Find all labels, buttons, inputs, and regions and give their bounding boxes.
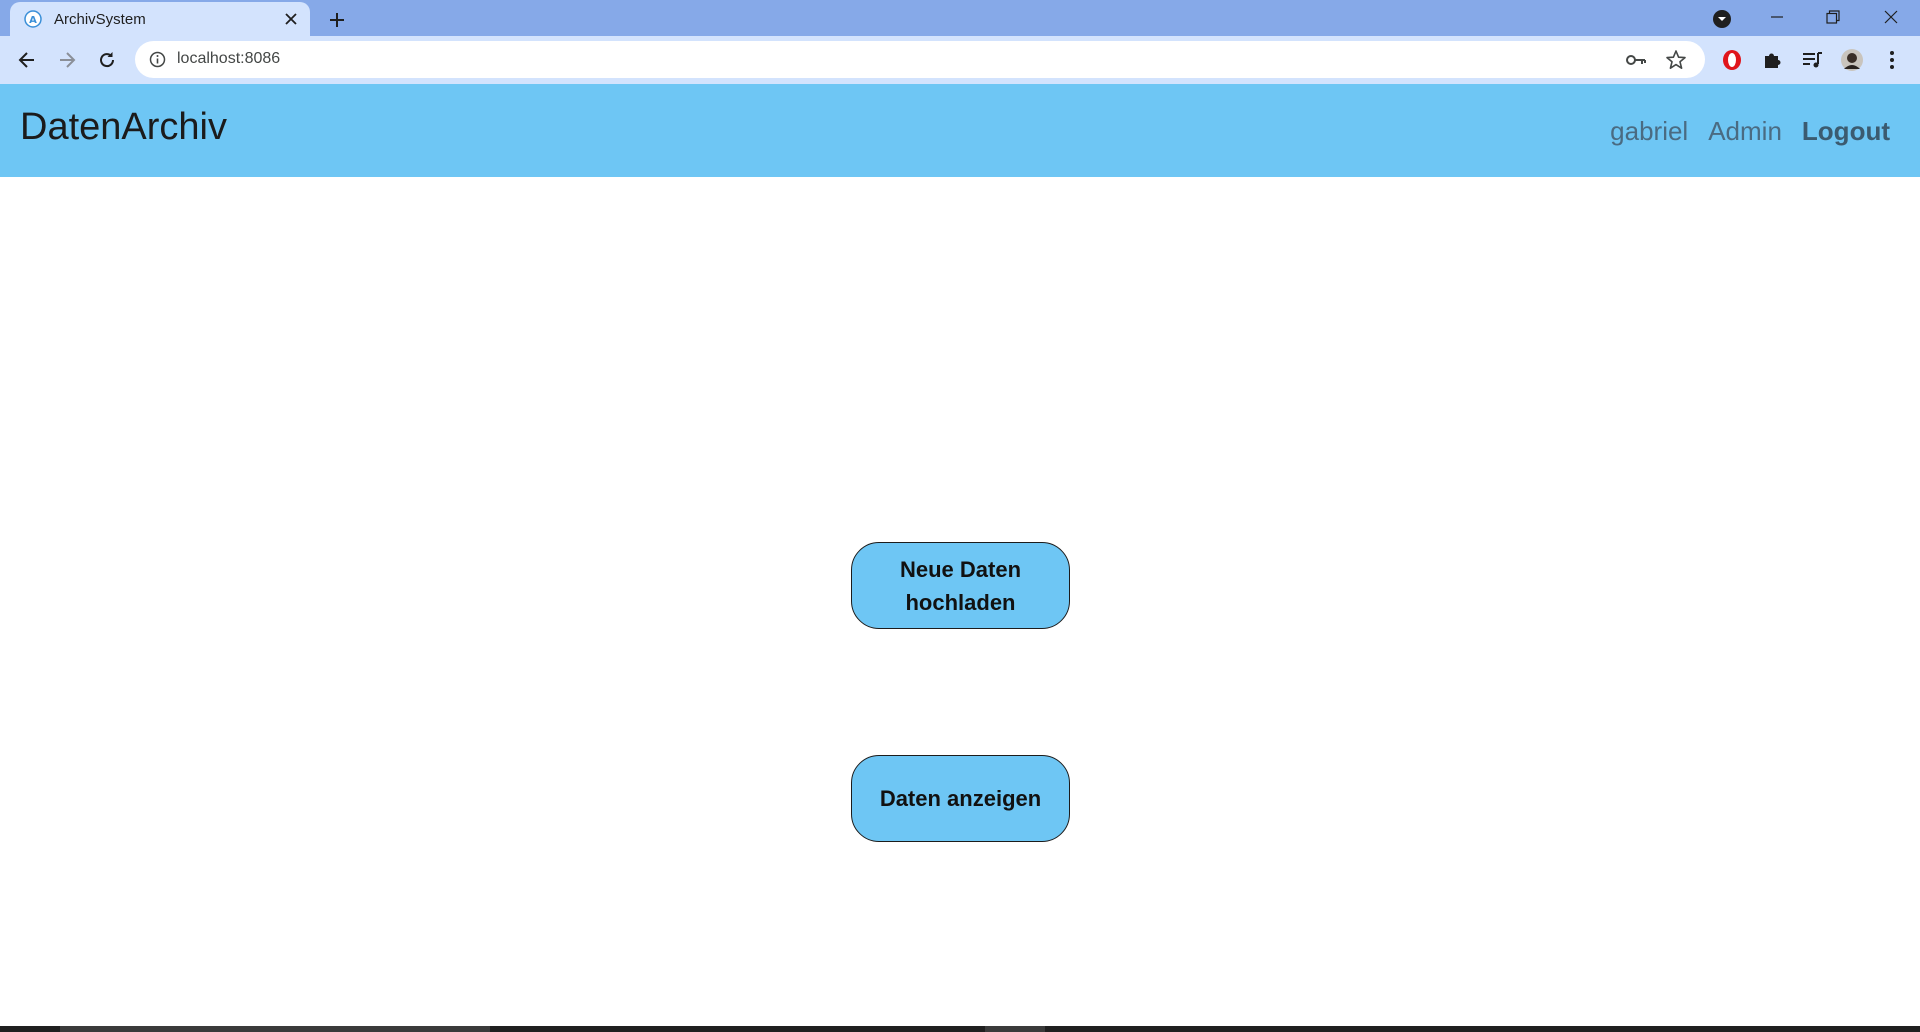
logout-link[interactable]: Logout (1802, 116, 1890, 147)
plus-icon[interactable] (324, 7, 350, 33)
opera-icon[interactable] (1720, 48, 1744, 72)
reload-icon[interactable] (91, 46, 123, 74)
info-icon[interactable] (149, 51, 166, 68)
restore-icon[interactable] (1806, 0, 1860, 34)
archivsystem-favicon-icon: A (24, 10, 42, 28)
brand-title[interactable]: DatenArchiv (20, 106, 227, 149)
nav-links: gabriel Admin Logout (1610, 116, 1890, 147)
arrow-right-icon[interactable] (51, 46, 83, 74)
taskbar-segment (985, 1026, 1045, 1032)
close-icon[interactable] (282, 10, 300, 28)
chevron-down-circle-icon[interactable] (1711, 8, 1733, 30)
arrow-left-icon[interactable] (11, 46, 43, 74)
close-window-icon[interactable] (1864, 0, 1918, 34)
nav-admin[interactable]: Admin (1708, 116, 1782, 147)
tab-title: ArchivSystem (54, 11, 146, 28)
nav-user[interactable]: gabriel (1610, 116, 1688, 147)
app-navbar: DatenArchiv gabriel Admin Logout (0, 84, 1920, 177)
star-icon[interactable] (1665, 49, 1687, 71)
browser-tab-strip: A ArchivSystem (0, 0, 1920, 36)
svg-text:A: A (29, 15, 37, 26)
address-bar[interactable]: localhost:8086 (135, 41, 1705, 78)
view-data-button-label: Daten anzeigen (879, 786, 1042, 811)
browser-tab[interactable]: A ArchivSystem (10, 2, 310, 36)
key-icon[interactable] (1625, 50, 1647, 70)
taskbar-segment (60, 1026, 490, 1032)
upload-data-button[interactable]: Neue Daten hochladen (851, 542, 1070, 629)
view-data-button[interactable]: Daten anzeigen (851, 755, 1070, 842)
browser-toolbar: localhost:8086 (0, 36, 1920, 84)
minimize-icon[interactable] (1750, 0, 1804, 34)
avatar[interactable] (1840, 48, 1864, 72)
media-queue-icon[interactable] (1800, 48, 1824, 72)
upload-data-button-label: Neue Daten hochladen (899, 556, 1022, 615)
url-text: localhost:8086 (177, 50, 281, 67)
kebab-menu-icon[interactable] (1880, 48, 1904, 72)
puzzle-icon[interactable] (1760, 48, 1784, 72)
